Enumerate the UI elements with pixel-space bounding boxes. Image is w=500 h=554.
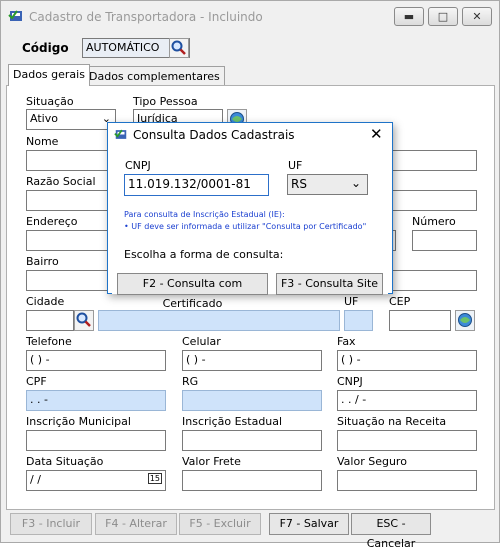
data-situacao-value: / / [30, 473, 41, 486]
dialog-title-bar: Consulta Dados Cadastrais ✕ [108, 123, 392, 147]
dialog-title: Consulta Dados Cadastrais [133, 128, 295, 142]
minimize-button[interactable]: ▬ [394, 7, 424, 26]
globe-icon [458, 313, 472, 327]
incluir-button[interactable]: F3 - Incluir [10, 513, 92, 535]
consulta-certificado-button[interactable]: F2 - Consulta com Certificado [117, 273, 268, 310]
data-situacao-label: Data Situação [26, 455, 104, 468]
tab-dados-complementares[interactable]: Dados complementares [84, 66, 225, 86]
app-icon [114, 129, 127, 139]
telefone-value: ( ) - [30, 353, 50, 366]
cnpj-label: CNPJ [337, 375, 363, 388]
cep-label: CEP [389, 295, 411, 308]
maximize-button[interactable]: □ [428, 7, 458, 26]
inscricao-estadual-field[interactable] [182, 430, 322, 451]
celular-field[interactable]: ( ) - [182, 350, 322, 371]
close-button[interactable]: ✕ [462, 7, 492, 26]
uf-label: UF [344, 295, 359, 308]
salvar-button[interactable]: F7 - Salvar [269, 513, 349, 535]
chevron-down-icon: ⌄ [350, 176, 361, 190]
situacao-label: Situação [26, 95, 74, 108]
title-bar: Cadastro de Transportadora - Incluindo ▬… [1, 1, 499, 32]
cpf-field: . . - [26, 390, 166, 411]
search-icon [171, 40, 186, 55]
inscricao-municipal-label: Inscrição Municipal [26, 415, 131, 428]
valor-frete-field[interactable] [182, 470, 322, 491]
numero-field[interactable] [412, 230, 477, 251]
celular-value: ( ) - [186, 353, 206, 366]
dialog-cnpj-label: CNPJ [125, 159, 151, 172]
cancelar-button[interactable]: ESC - Cancelar [351, 513, 431, 550]
codigo-value: AUTOMÁTICO [86, 41, 160, 54]
close-icon: ✕ [472, 10, 482, 23]
uf-field [344, 310, 373, 331]
rg-label: RG [182, 375, 199, 388]
razao-social-label: Razão Social [26, 175, 96, 188]
cidade-label: Cidade [26, 295, 65, 308]
cidade-code-field[interactable] [26, 310, 74, 331]
minimize-icon: ▬ [403, 10, 415, 23]
calendar-icon[interactable]: 15 [147, 473, 162, 484]
dialog-info-line1: Para consulta de Inscrição Estadual (IE)… [124, 210, 285, 219]
telefone-field[interactable]: ( ) - [26, 350, 166, 371]
situacao-value: Ativo [30, 112, 58, 125]
valor-seguro-field[interactable] [337, 470, 477, 491]
celular-label: Celular [182, 335, 221, 348]
dialog-uf-value: RS [291, 177, 307, 191]
tab-label: Dados gerais [13, 68, 85, 81]
tab-label: Dados complementares [89, 70, 220, 83]
tipo-pessoa-label: Tipo Pessoa [133, 95, 198, 108]
data-situacao-field[interactable]: / / 15 [26, 470, 166, 491]
fax-field[interactable]: ( ) - [337, 350, 477, 371]
cpf-label: CPF [26, 375, 47, 388]
codigo-search-button[interactable] [169, 38, 189, 58]
situacao-receita-label: Situação na Receita [337, 415, 447, 428]
inscricao-estadual-label: Inscrição Estadual [182, 415, 283, 428]
alterar-button[interactable]: F4 - Alterar [95, 513, 177, 535]
numero-label: Número [412, 215, 456, 228]
bairro-label: Bairro [26, 255, 59, 268]
situacao-select[interactable]: Ativo ⌄ [26, 109, 116, 130]
valor-seguro-label: Valor Seguro [337, 455, 407, 468]
dialog-prompt: Escolha a forma de consulta: [124, 248, 284, 261]
cep-field[interactable] [389, 310, 451, 331]
excluir-button[interactable]: F5 - Excluir [179, 513, 261, 535]
dialog-info-line2: • UF deve ser informada e utilizar "Cons… [124, 222, 367, 231]
dialog-close-icon[interactable]: ✕ [370, 125, 383, 143]
tab-dados-gerais[interactable]: Dados gerais [8, 64, 90, 86]
cidade-search-button[interactable] [74, 310, 94, 331]
cnpj-field[interactable]: . . / - [337, 390, 477, 411]
maximize-icon: □ [437, 10, 449, 23]
telefone-label: Telefone [26, 335, 72, 348]
endereco-label: Endereço [26, 215, 78, 228]
inscricao-municipal-field[interactable] [26, 430, 166, 451]
valor-frete-label: Valor Frete [182, 455, 241, 468]
codigo-label: Código [22, 41, 69, 55]
consulta-dialog: Consulta Dados Cadastrais ✕ CNPJ 11.019.… [107, 122, 393, 310]
consulta-site-button[interactable]: F3 - Consulta Site [276, 273, 383, 295]
fax-value: ( ) - [341, 353, 361, 366]
dialog-cnpj-value: 11.019.132/0001-81 [128, 177, 251, 191]
cpf-value: . . - [30, 393, 48, 406]
dialog-cnpj-field[interactable]: 11.019.132/0001-81 [124, 174, 269, 196]
window-title: Cadastro de Transportadora - Incluindo [29, 10, 263, 24]
cnpj-value: . . / - [341, 393, 367, 406]
nome-label: Nome [26, 135, 59, 148]
dialog-uf-select[interactable]: RS ⌄ [287, 174, 368, 195]
fax-label: Fax [337, 335, 356, 348]
app-icon [8, 10, 22, 21]
search-icon [76, 312, 91, 327]
rg-field [182, 390, 322, 411]
situacao-receita-field[interactable] [337, 430, 477, 451]
cep-consulta-button[interactable] [455, 310, 475, 331]
dialog-uf-label: UF [288, 159, 303, 172]
